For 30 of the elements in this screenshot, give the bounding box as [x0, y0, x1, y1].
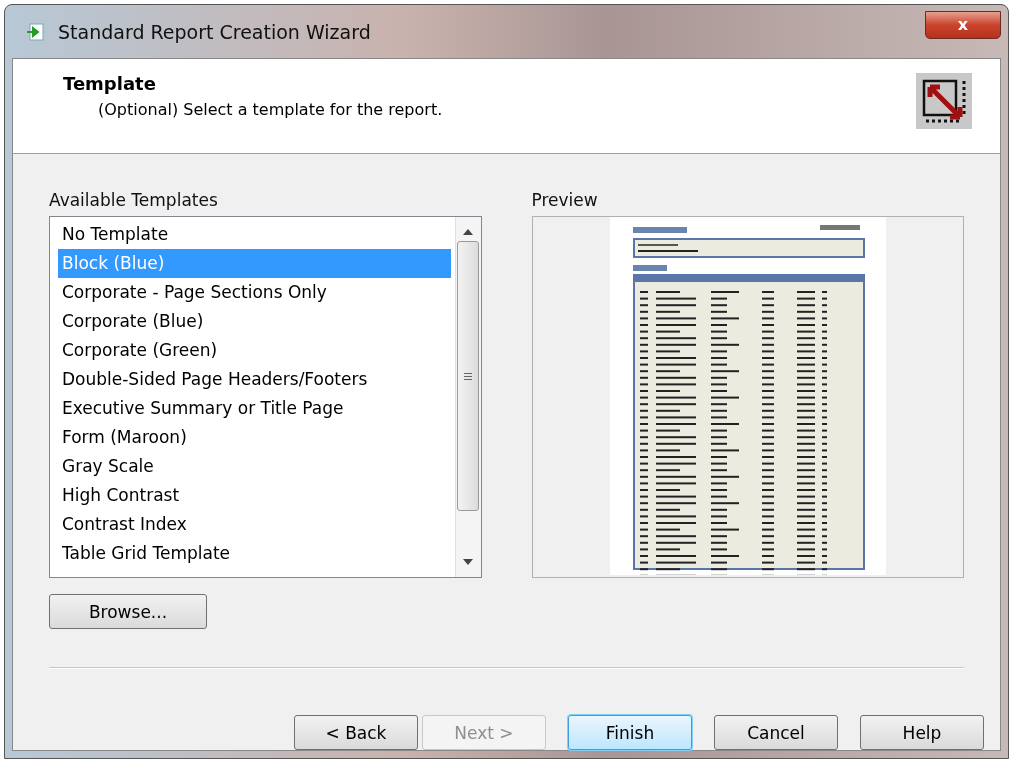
template-item[interactable]: Double-Sided Page Headers/Footers	[58, 365, 451, 394]
template-item[interactable]: Contrast Index	[58, 510, 451, 539]
template-item[interactable]: Corporate (Green)	[58, 336, 451, 365]
window-title: Standard Report Creation Wizard	[58, 20, 371, 43]
dialog-button[interactable]: Cancel	[714, 715, 838, 750]
templates-list[interactable]	[49, 216, 482, 578]
preview-label: Preview	[531, 190, 599, 210]
dialog-button[interactable]: < Back	[294, 715, 418, 750]
template-item[interactable]: Corporate (Blue)	[58, 307, 451, 336]
step-description: (Optional) Select a template for the report.	[97, 100, 443, 119]
template-item[interactable]: High Contrast	[58, 481, 451, 510]
template-item[interactable]: No Template	[58, 220, 451, 249]
step-title: Template	[63, 73, 157, 94]
scroll-up-icon[interactable]	[463, 229, 473, 235]
wizard-app-icon	[26, 21, 46, 42]
scroll-down-icon[interactable]	[463, 559, 473, 565]
scroll-thumb[interactable]	[457, 241, 479, 511]
dialog-button[interactable]: Help	[860, 715, 984, 750]
close-button[interactable]: x	[925, 10, 1001, 39]
template-item[interactable]: Corporate - Page Sections Only	[58, 278, 451, 307]
templates-label: Available Templates	[49, 190, 219, 210]
dialog-button[interactable]: Finish	[568, 715, 692, 750]
browse-button[interactable]: Browse...	[49, 594, 207, 629]
scrollbar[interactable]	[454, 217, 481, 577]
template-item[interactable]: Executive Summary or Title Page	[58, 394, 451, 423]
wizard-icon	[916, 73, 972, 129]
grip-icon	[464, 372, 472, 380]
template-item[interactable]: Form (Maroon)	[58, 423, 451, 452]
template-item[interactable]: Table Grid Template	[58, 539, 451, 568]
template-item[interactable]: Gray Scale	[58, 452, 451, 481]
